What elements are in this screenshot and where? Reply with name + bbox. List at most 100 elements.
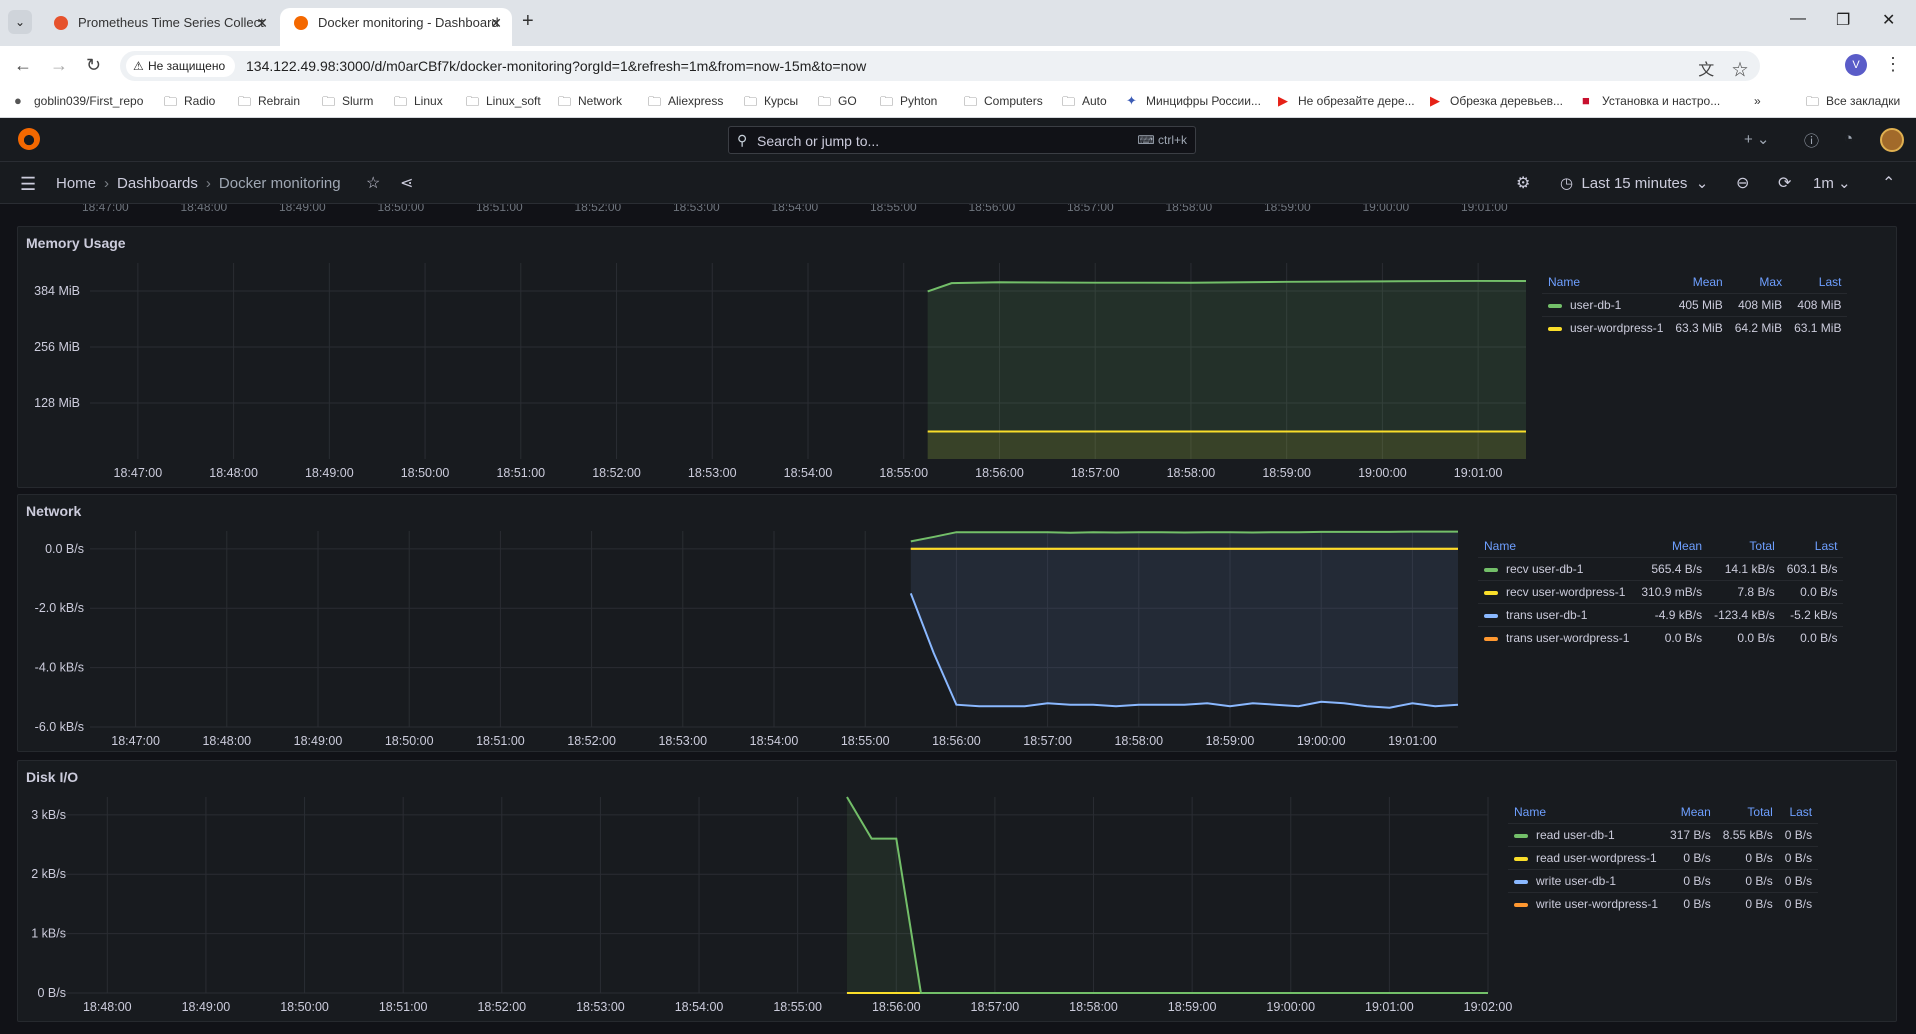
bookmark-folder[interactable]: 🗀 Pyhton (880, 94, 937, 109)
search-input[interactable]: ⚲ Search or jump to... ⌨ ctrl+k (728, 126, 1196, 154)
legend-series-name[interactable]: user-wordpress-1 (1542, 316, 1670, 339)
bookmark-folder[interactable]: 🗀 Linux_soft (466, 94, 541, 109)
legend-row[interactable]: user-wordpress-1 63.3 MiB 64.2 MiB 63.1 MiB (1542, 316, 1848, 339)
chevron-up-icon[interactable]: ⌃ (1882, 173, 1895, 193)
news-feed-icon[interactable]: ◔ (1844, 130, 1853, 147)
help-icon[interactable]: ⓘ (1804, 130, 1819, 151)
bookmark-folder[interactable]: 🗀 Linux (394, 94, 443, 109)
legend-series-name[interactable]: write user-db-1 (1508, 869, 1665, 893)
legend-column-header[interactable]: Mean (1664, 801, 1717, 824)
share-icon[interactable]: ⋖ (400, 173, 413, 193)
bookmark-item[interactable]: ✦ Минцифры России... (1126, 93, 1261, 108)
legend-row[interactable]: recv user-db-1 565.4 B/s 14.1 kB/s 603.1 B/… (1478, 557, 1844, 581)
legend-column-header[interactable]: Max (1729, 271, 1788, 294)
legend-series-name[interactable]: recv user-db-1 (1478, 557, 1636, 581)
bookmark-item[interactable]: ▶ Обрезка деревьев... (1430, 93, 1563, 108)
bookmark-folder[interactable]: 🗀 Курсы (744, 94, 798, 109)
bookmark-folder[interactable]: 🗀 Network (558, 94, 622, 109)
legend-value: -5.2 kB/s (1780, 603, 1844, 627)
legend-column-header[interactable]: Mean (1635, 535, 1708, 558)
legend-series-name[interactable]: trans user-db-1 (1478, 603, 1636, 627)
legend-column-header[interactable]: Last (1788, 271, 1847, 294)
legend-row[interactable]: write user-db-1 0 B/s 0 B/s 0 B/s (1508, 869, 1819, 893)
bookmark-folder[interactable]: 🗀 Computers (964, 94, 1043, 109)
menu-icon[interactable]: ☰ (20, 174, 36, 195)
browser-menu-icon[interactable]: ⋮ (1884, 54, 1902, 75)
user-avatar[interactable] (1880, 128, 1904, 152)
legend-column-header[interactable]: Name (1508, 801, 1664, 824)
all-bookmarks-folder[interactable]: 🗀 Все закладки (1806, 94, 1900, 109)
bookmark-folder[interactable]: 🗀 Radio (164, 94, 215, 109)
bookmark-item[interactable]: ● goblin039/First_repo (14, 93, 143, 108)
folder-icon: 🗀 (880, 94, 894, 109)
bookmark-star-icon[interactable]: ☆ (1732, 62, 1748, 79)
tab-docker-monitoring[interactable]: Docker monitoring - Dashboard ✕ (280, 8, 512, 46)
legend-row[interactable]: trans user-db-1 -4.9 kB/s -123.4 kB/s -5.2 … (1478, 603, 1844, 627)
legend-column-header[interactable]: Total (1717, 801, 1779, 824)
time-range-picker[interactable]: ◷ Last 15 minutes ⌄ (1560, 174, 1708, 192)
back-icon[interactable]: ← (14, 55, 32, 76)
legend-row[interactable]: user-db-1 405 MiB 408 MiB 408 MiB (1542, 293, 1848, 317)
bookmark-folder[interactable]: 🗀 Auto (1062, 94, 1107, 109)
legend-table: Name Mean Max Last user-db-1 405 MiB 408 MiB 40… (1542, 271, 1848, 339)
tab-prometheus[interactable]: Prometheus Time Series Collect ✕ (40, 8, 278, 46)
bookmark-item[interactable]: ▶ Не обрезайте дере... (1278, 93, 1415, 108)
legend-row[interactable]: recv user-wordpress-1 310.9 mB/s 7.8 B/s 0.… (1478, 580, 1844, 604)
legend-column-header[interactable]: Name (1542, 271, 1669, 294)
bookmark-folder[interactable]: 🗀 Aliexpress (648, 94, 723, 109)
legend-value: 0.0 B/s (1635, 626, 1709, 649)
close-tab-icon[interactable]: ✕ (490, 8, 502, 38)
bookmark-folder[interactable]: 🗀 GO (818, 94, 857, 109)
address-bar[interactable]: ⚠ Не защищено 134.122.49.98:3000/d/m0arC… (120, 51, 1760, 81)
legend-series-name[interactable]: write user-wordpress-1 (1508, 892, 1665, 915)
network-panel: Network 18:47:00 18:48:00 18:49:00 18:50:00… (17, 494, 1897, 752)
legend-series-name[interactable]: trans user-wordpress-1 (1478, 626, 1636, 649)
url-text[interactable]: 134.122.49.98:3000/d/m0arCBf7k/docker-mo… (246, 58, 866, 74)
x-tick-label: 19:02:00 (1464, 1000, 1513, 1014)
settings-gear-icon[interactable]: ⚙ (1516, 173, 1530, 193)
translate-icon[interactable]: 文 (1698, 62, 1714, 79)
y-tick-label: -6.0 kB/s (35, 720, 84, 734)
forward-icon[interactable]: → (50, 55, 68, 76)
zoom-out-icon[interactable]: ⊖ (1736, 173, 1749, 193)
legend-row[interactable]: read user-wordpress-1 0 B/s 0 B/s 0 B/s (1508, 846, 1819, 870)
breadcrumb-dashboards[interactable]: Dashboards (117, 175, 198, 192)
search-placeholder: Search or jump to... (757, 133, 880, 149)
profile-avatar[interactable]: V (1845, 54, 1867, 76)
legend-series-name[interactable]: read user-db-1 (1508, 823, 1665, 847)
folder-icon: 🗀 (238, 94, 252, 109)
reload-icon[interactable]: ↻ (86, 55, 101, 76)
restore-icon[interactable]: ❐ (1836, 10, 1850, 30)
legend-series-name[interactable]: read user-wordpress-1 (1508, 846, 1665, 870)
bookmark-folder[interactable]: 🗀 Slurm (322, 94, 373, 109)
bookmark-item[interactable]: ■ Установка и настро... (1582, 93, 1720, 108)
security-chip[interactable]: ⚠ Не защищено (126, 55, 236, 77)
legend-column-header[interactable]: Last (1781, 535, 1844, 558)
tab-search-button[interactable]: ⌄ (8, 10, 32, 34)
close-window-icon[interactable]: ✕ (1882, 10, 1895, 30)
star-icon[interactable]: ☆ (366, 173, 380, 193)
x-tick-label: 18:49:00 (182, 1000, 231, 1014)
legend-row[interactable]: read user-db-1 317 B/s 8.55 kB/s 0 B/s (1508, 823, 1819, 847)
warning-icon: ⚠ (133, 59, 144, 73)
legend-series-name[interactable]: user-db-1 (1542, 293, 1670, 317)
legend-row[interactable]: write user-wordpress-1 0 B/s 0 B/s 0 B/s (1508, 892, 1819, 915)
minimize-icon[interactable]: — (1790, 10, 1806, 28)
legend-column-header[interactable]: Total (1708, 535, 1781, 558)
legend-column-header[interactable]: Name (1478, 535, 1635, 558)
refresh-icon[interactable]: ⟳ (1778, 173, 1791, 193)
refresh-interval-picker[interactable]: 1m ⌄ (1813, 174, 1851, 192)
close-tab-icon[interactable]: ✕ (256, 8, 268, 38)
legend-column-header[interactable]: Mean (1669, 271, 1728, 294)
bookmark-folder[interactable]: 🗀 Rebrain (238, 94, 300, 109)
more-bookmarks-icon[interactable]: » (1754, 94, 1761, 108)
legend-series-name[interactable]: recv user-wordpress-1 (1478, 580, 1636, 604)
chevron-right-icon: › (104, 175, 110, 192)
legend-row[interactable]: trans user-wordpress-1 0.0 B/s 0.0 B/s 0.0 … (1478, 626, 1844, 649)
legend-column-header[interactable]: Last (1779, 801, 1818, 824)
add-new-icon[interactable]: + ⌄ (1744, 130, 1770, 148)
folder-icon: 🗀 (322, 94, 336, 109)
grafana-logo-icon[interactable] (18, 128, 40, 150)
breadcrumb-home[interactable]: Home (56, 175, 96, 192)
new-tab-button[interactable]: + (522, 10, 534, 33)
